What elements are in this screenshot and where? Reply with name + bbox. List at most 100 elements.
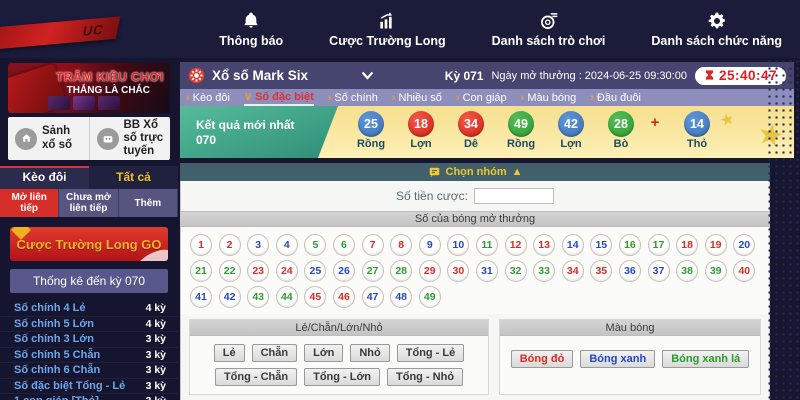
ballcolor-button[interactable]: Bóng đỏ	[511, 350, 574, 368]
number-ball-31[interactable]: 31	[476, 260, 498, 282]
number-ball-39[interactable]: 39	[705, 260, 727, 282]
number-ball-9[interactable]: 9	[419, 234, 441, 256]
topbar-item-label: Thông báo	[219, 34, 283, 48]
ballcolor-button[interactable]: Bóng xanh	[580, 350, 655, 368]
number-ball-2[interactable]: 2	[219, 234, 241, 256]
number-ball-19[interactable]: 19	[705, 234, 727, 256]
number-ball-26[interactable]: 26	[333, 260, 355, 282]
number-ball-16[interactable]: 16	[619, 234, 641, 256]
number-ball-28[interactable]: 28	[390, 260, 412, 282]
oddeven-button[interactable]: Lớn	[304, 344, 343, 362]
number-ball-13[interactable]: 13	[533, 234, 555, 256]
site-logo[interactable]: UC	[0, 16, 120, 49]
topbar-item-gear[interactable]: Danh sách chức năng	[651, 11, 782, 48]
latest-results-label: Kết quả mới nhất 070	[180, 106, 338, 158]
number-ball-41[interactable]: 41	[190, 286, 212, 308]
number-ball-42[interactable]: 42	[219, 286, 241, 308]
stat-row[interactable]: Số chính 5 Chẵn3 kỳ	[0, 348, 178, 364]
number-ball-43[interactable]: 43	[247, 286, 269, 308]
number-ball-18[interactable]: 18	[676, 234, 698, 256]
number-ball-35[interactable]: 35	[590, 260, 612, 282]
topbar-item-chart[interactable]: Cược Trường Long	[329, 11, 445, 48]
number-ball-29[interactable]: 29	[419, 260, 441, 282]
extra-ball: 14Thỏ	[672, 106, 722, 158]
number-ball-38[interactable]: 38	[676, 260, 698, 282]
number-ball-6[interactable]: 6	[333, 234, 355, 256]
stat-row[interactable]: 1 con giáp [Thỏ]3 kỳ	[0, 394, 178, 400]
number-ball-27[interactable]: 27	[362, 260, 384, 282]
number-ball-47[interactable]: 47	[362, 286, 384, 308]
stat-row[interactable]: Số chính 4 Lẻ4 kỳ	[0, 301, 178, 317]
sidebar-subtab[interactable]: Chưa mở liên tiếp	[59, 189, 118, 217]
number-ball-34[interactable]: 34	[562, 260, 584, 282]
number-ball-1[interactable]: 1	[190, 234, 212, 256]
tab-Nhiều số[interactable]: ›Nhiều số	[392, 89, 442, 106]
topbar: UC Thông báo Cược Trường Long Danh sách tr…	[0, 0, 800, 58]
number-ball-11[interactable]: 11	[476, 234, 498, 256]
tab-Số đặc biệt[interactable]: ∨Số đặc biệt	[244, 89, 314, 106]
topbar-item-coin[interactable]: Danh sách trò chơi	[492, 11, 606, 48]
number-ball-48[interactable]: 48	[390, 286, 412, 308]
number-ball-37[interactable]: 37	[648, 260, 670, 282]
number-ball-23[interactable]: 23	[247, 260, 269, 282]
topbar-item-bell[interactable]: Thông báo	[219, 11, 283, 48]
bet-truong-long-button[interactable]: Cược Trường Long GO	[10, 227, 168, 261]
countdown-pill: 25:40:47	[695, 67, 786, 85]
oddeven-button[interactable]: Tổng - Nhỏ	[387, 368, 463, 386]
number-ball-44[interactable]: 44	[276, 286, 298, 308]
sidebar-tab[interactable]: Kèo đôi	[0, 166, 89, 189]
tab-label: Số chính	[334, 92, 377, 104]
number-ball-45[interactable]: 45	[304, 286, 326, 308]
number-ball-49[interactable]: 49	[419, 286, 441, 308]
tab-Số chính[interactable]: ›Số chính	[328, 89, 378, 106]
number-ball-17[interactable]: 17	[648, 234, 670, 256]
number-ball-40[interactable]: 40	[733, 260, 755, 282]
chevron-down-icon[interactable]	[361, 71, 374, 80]
number-ball-12[interactable]: 12	[505, 234, 527, 256]
number-ball-3[interactable]: 3	[247, 234, 269, 256]
bet-amount-input[interactable]	[474, 188, 554, 204]
number-ball-24[interactable]: 24	[276, 260, 298, 282]
lobby-button-1[interactable]: BB Xổ số trực tuyến	[89, 117, 171, 160]
tab-Đầu đuôi[interactable]: ›Đầu đuôi	[590, 89, 641, 106]
number-ball-30[interactable]: 30	[447, 260, 469, 282]
number-ball-4[interactable]: 4	[276, 234, 298, 256]
number-ball-15[interactable]: 15	[590, 234, 612, 256]
sidebar-subtab[interactable]: Thêm	[119, 189, 178, 217]
tab-Kèo đôi[interactable]: ›Kèo đôi	[186, 89, 230, 106]
promo-headline: TRĂM KIỀU CHƠI	[56, 70, 164, 84]
number-ball-22[interactable]: 22	[219, 260, 241, 282]
lobby-button-0[interactable]: Sảnh xổ số	[8, 117, 89, 160]
promo-banner[interactable]: TRĂM KIỀU CHƠI THẮNG LÀ CHẮC	[8, 63, 170, 113]
oddeven-button[interactable]: Tổng - Lẻ	[397, 344, 465, 362]
number-ball-14[interactable]: 14	[562, 234, 584, 256]
number-ball-46[interactable]: 46	[333, 286, 355, 308]
tab-label: Đầu đuôi	[597, 92, 641, 104]
stat-row[interactable]: Số chính 6 Chẵn3 kỳ	[0, 363, 178, 379]
ballcolor-button[interactable]: Bóng xanh lá	[662, 350, 749, 368]
stats-period-button[interactable]: Thống kê đến kỳ 070	[10, 269, 168, 293]
number-ball-21[interactable]: 21	[190, 260, 212, 282]
number-ball-25[interactable]: 25	[304, 260, 326, 282]
oddeven-button[interactable]: Tổng - Chẵn	[215, 368, 297, 386]
number-ball-5[interactable]: 5	[304, 234, 326, 256]
number-ball-33[interactable]: 33	[533, 260, 555, 282]
oddeven-button[interactable]: Nhỏ	[350, 344, 389, 362]
number-ball-20[interactable]: 20	[733, 234, 755, 256]
oddeven-button[interactable]: Tổng - Lớn	[304, 368, 380, 386]
tab-Con giáp[interactable]: ›Con giáp	[456, 89, 507, 106]
stat-row[interactable]: Số chính 5 Lớn4 kỳ	[0, 317, 178, 333]
number-ball-8[interactable]: 8	[390, 234, 412, 256]
oddeven-button[interactable]: Lẻ	[214, 344, 245, 362]
sidebar-subtab[interactable]: Mở liên tiếp	[0, 189, 59, 217]
number-ball-32[interactable]: 32	[505, 260, 527, 282]
number-ball-10[interactable]: 10	[447, 234, 469, 256]
oddeven-button[interactable]: Chẵn	[252, 344, 298, 362]
tab-Màu bóng[interactable]: ›Màu bóng	[521, 89, 577, 106]
choose-group-bar[interactable]: Chọn nhóm ▲	[180, 163, 770, 181]
stat-row[interactable]: Số chính 3 Lớn3 kỳ	[0, 332, 178, 348]
sidebar-tab[interactable]: Tất cả	[89, 166, 178, 189]
stat-row[interactable]: Số đặc biệt Tổng - Lẻ3 kỳ	[0, 379, 178, 395]
number-ball-36[interactable]: 36	[619, 260, 641, 282]
number-ball-7[interactable]: 7	[362, 234, 384, 256]
